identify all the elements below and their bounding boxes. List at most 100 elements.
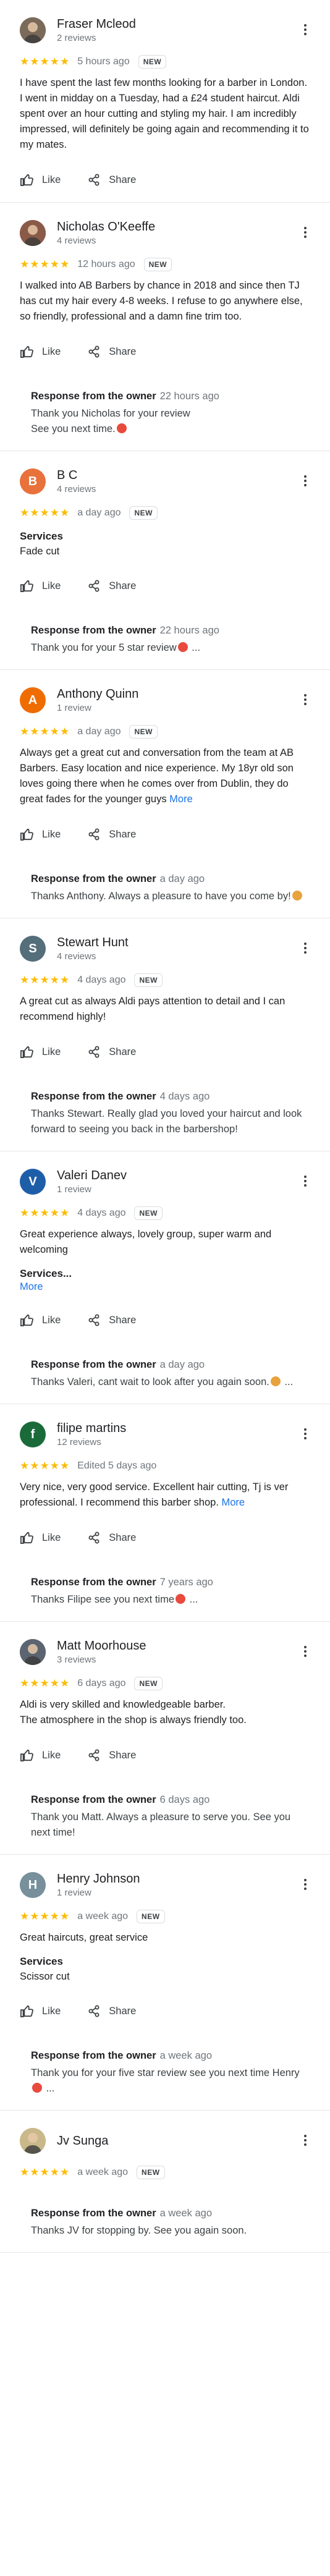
- share-button[interactable]: Share: [88, 2005, 136, 2017]
- owner-response-label: Response from the owner: [31, 2050, 156, 2061]
- share-button[interactable]: Share: [88, 174, 136, 186]
- response-ellipsis[interactable]: ...: [282, 1376, 293, 1388]
- avatar[interactable]: B: [20, 468, 46, 494]
- more-link[interactable]: More: [222, 1497, 245, 1508]
- owner-response-text: Thank you Nicholas for your review See y…: [31, 406, 310, 437]
- share-button[interactable]: Share: [88, 1532, 136, 1544]
- review-text: Great haircuts, great service: [20, 1930, 310, 1946]
- share-button[interactable]: Share: [88, 1314, 136, 1326]
- share-button[interactable]: Share: [88, 1046, 136, 1058]
- avatar[interactable]: S: [20, 936, 46, 962]
- avatar[interactable]: f: [20, 1421, 46, 1447]
- review-header: f filipe martins 12 reviews: [20, 1419, 310, 1450]
- reviewer-name[interactable]: Stewart Hunt: [57, 934, 310, 951]
- emoji-icon: [270, 1376, 281, 1386]
- review-text-body: Aldi is very skilled and knowledgeable b…: [20, 1699, 247, 1726]
- avatar[interactable]: [20, 220, 46, 246]
- review-count: 3 reviews: [57, 1654, 96, 1665]
- owner-response-date: 6 days ago: [159, 1794, 210, 1805]
- more-options-icon[interactable]: [298, 1644, 313, 1659]
- new-badge: NEW: [143, 258, 172, 271]
- reviewer-name[interactable]: Nicholas O'Keeffe: [57, 219, 310, 235]
- review-text: Very nice, very good service. Excellent …: [20, 1480, 310, 1510]
- review-actions: Like Share: [20, 2000, 310, 2022]
- like-button[interactable]: Like: [20, 1532, 61, 1544]
- avatar[interactable]: A: [20, 687, 46, 713]
- more-options-icon[interactable]: [298, 22, 313, 37]
- response-ellipsis[interactable]: ...: [189, 642, 200, 653]
- response-ellipsis[interactable]: ...: [43, 2083, 55, 2094]
- star-rating: ★★★★★: [20, 974, 70, 986]
- avatar[interactable]: [20, 1639, 46, 1665]
- review-count: 4 reviews: [57, 951, 96, 962]
- more-options-icon[interactable]: [298, 692, 313, 707]
- like-button[interactable]: Like: [20, 1314, 61, 1326]
- reviewer-name[interactable]: filipe martins: [57, 1420, 310, 1436]
- review-meta: ★★★★★ a week ago NEW: [20, 1909, 310, 1924]
- review-date: 12 hours ago: [77, 259, 135, 269]
- review-date: 4 days ago: [77, 975, 126, 985]
- services-value: Fade cut: [20, 546, 60, 557]
- reviewer-name[interactable]: Matt Moorhouse: [57, 1638, 310, 1654]
- like-button[interactable]: Like: [20, 2005, 61, 2017]
- review-meta: ★★★★★ 12 hours ago NEW: [20, 257, 310, 272]
- services-label: Services...: [20, 1268, 72, 1279]
- review-text: A great cut as always Aldi pays attentio…: [20, 994, 310, 1025]
- avatar-initial: A: [28, 693, 38, 707]
- review-card: S Stewart Hunt 4 reviews ★★★★★ 4 days ago NEW…: [0, 918, 330, 1151]
- emoji-icon: [292, 891, 302, 900]
- review-header: H Henry Johnson 1 review: [20, 1870, 310, 1900]
- more-options-icon[interactable]: [298, 225, 313, 240]
- more-options-icon[interactable]: [298, 473, 313, 488]
- reviewer-name[interactable]: B C: [57, 467, 310, 483]
- more-options-icon[interactable]: [298, 941, 313, 955]
- review-meta: ★★★★★ a day ago NEW: [20, 506, 310, 520]
- share-button[interactable]: Share: [88, 345, 136, 358]
- owner-response-date: 4 days ago: [159, 1091, 210, 1102]
- owner-response-text: Thanks JV for stopping by. See you again…: [31, 2223, 310, 2239]
- more-options-icon[interactable]: [298, 1426, 313, 1441]
- more-options-icon[interactable]: [298, 2133, 313, 2148]
- share-button[interactable]: Share: [88, 1749, 136, 1761]
- review-card: H Henry Johnson 1 review ★★★★★ a week ago NEW…: [0, 1855, 330, 2111]
- star-rating: ★★★★★: [20, 1677, 70, 1689]
- avatar[interactable]: V: [20, 1169, 46, 1195]
- more-options-icon[interactable]: [298, 1877, 313, 1892]
- share-button[interactable]: Share: [88, 580, 136, 592]
- more-link[interactable]: More: [20, 1281, 310, 1293]
- reviewer-info: Nicholas O'Keeffe 4 reviews: [57, 219, 310, 247]
- share-button[interactable]: Share: [88, 828, 136, 841]
- response-ellipsis[interactable]: ...: [187, 1594, 198, 1605]
- like-button[interactable]: Like: [20, 1046, 61, 1058]
- like-button[interactable]: Like: [20, 1749, 61, 1761]
- thumbs-up-icon: [20, 2005, 42, 2017]
- star-rating: ★★★★★: [20, 56, 70, 67]
- review-text: I have spent the last few months looking…: [20, 75, 310, 153]
- like-button[interactable]: Like: [20, 345, 61, 358]
- like-button[interactable]: Like: [20, 828, 61, 841]
- thumbs-up-icon: [20, 1532, 42, 1544]
- owner-response-body: Thank you for your five star review see …: [31, 2067, 300, 2078]
- share-label: Share: [109, 1749, 137, 1761]
- reviewer-name[interactable]: Jv Sunga: [57, 2133, 310, 2149]
- avatar[interactable]: H: [20, 1872, 46, 1898]
- share-label: Share: [109, 1046, 137, 1057]
- like-label: Like: [42, 174, 61, 185]
- avatar[interactable]: [20, 2128, 46, 2154]
- reviewer-info: Jv Sunga: [57, 2133, 310, 2149]
- more-link[interactable]: More: [169, 794, 193, 805]
- review-date: a week ago: [77, 2167, 129, 2177]
- more-options-icon[interactable]: [298, 1174, 313, 1188]
- like-button[interactable]: Like: [20, 580, 61, 592]
- reviewer-name[interactable]: Anthony Quinn: [57, 686, 310, 702]
- owner-response: Response from the owner a day ago Thanks V…: [20, 1347, 310, 1392]
- reviewer-name[interactable]: Valeri Danev: [57, 1167, 310, 1184]
- avatar[interactable]: [20, 17, 46, 43]
- reviewer-name[interactable]: Fraser Mcleod: [57, 16, 310, 32]
- owner-response-header: Response from the owner 22 hours ago: [31, 623, 310, 638]
- review-card: Matt Moorhouse 3 reviews ★★★★★ 6 days ago NE…: [0, 1622, 330, 1855]
- review-actions: Like Share: [20, 1041, 310, 1063]
- reviewer-name[interactable]: Henry Johnson: [57, 1871, 310, 1887]
- reviewer-info: B C4 reviews: [57, 467, 310, 496]
- like-button[interactable]: Like: [20, 174, 61, 186]
